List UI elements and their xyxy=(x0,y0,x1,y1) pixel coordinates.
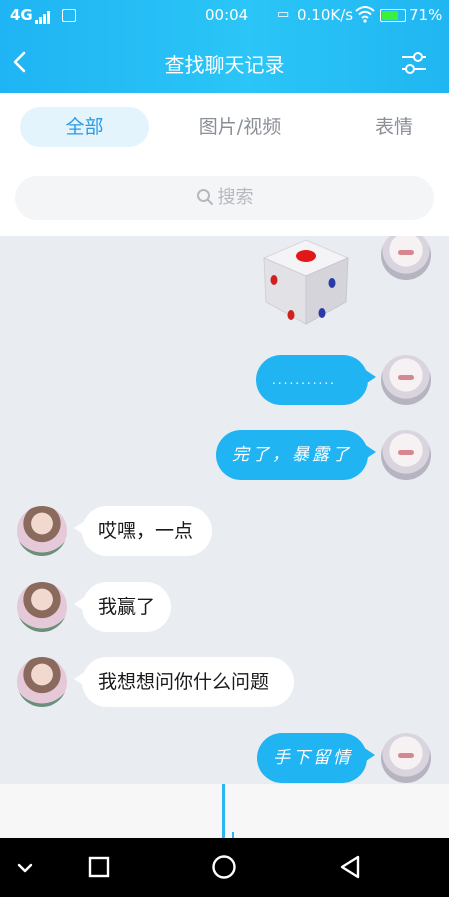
clock: 00:04 xyxy=(205,6,249,24)
my-avatar[interactable] xyxy=(381,430,431,480)
search-placeholder: 搜索 xyxy=(217,187,254,208)
nav-home-button[interactable] xyxy=(209,852,239,882)
page-title: 查找聊天记录 xyxy=(164,53,285,77)
dice-sticker[interactable] xyxy=(258,236,354,326)
header: 4G 00:04 ▭ 0.10K/s 71% 查找聊天记录 xyxy=(0,0,449,93)
contact-avatar[interactable] xyxy=(17,657,67,707)
sliders-icon xyxy=(402,52,426,74)
battery-level: 71% xyxy=(409,6,443,24)
circle-icon xyxy=(212,855,236,879)
signal-icon xyxy=(34,6,51,24)
timeline-scrubber[interactable] xyxy=(0,784,449,838)
chat-history[interactable]: ........... 完了，暴露了 哎嘿，一点 我赢了 我想想问你什么问题 手… xyxy=(0,236,449,784)
nav-hide-button[interactable] xyxy=(10,852,40,882)
battery-icon xyxy=(380,9,406,22)
network-speed: 0.10K/s xyxy=(297,6,354,24)
my-avatar[interactable] xyxy=(381,236,431,280)
system-navigation-bar xyxy=(0,838,449,897)
wifi-icon xyxy=(355,5,375,27)
my-avatar[interactable] xyxy=(381,733,431,783)
network-type: 4G xyxy=(10,6,33,24)
timeline-marker[interactable] xyxy=(222,784,225,838)
chevron-down-icon xyxy=(17,863,33,873)
contact-avatar[interactable] xyxy=(17,506,67,556)
square-icon xyxy=(88,856,110,878)
image-notification-icon xyxy=(62,9,76,22)
search-icon xyxy=(196,189,213,205)
message-bubble-outgoing[interactable]: ........... xyxy=(256,355,376,405)
filter-button[interactable] xyxy=(398,48,430,78)
message-bubble-outgoing[interactable]: 完了，暴露了 xyxy=(216,430,376,480)
vibrate-icon: ▭ xyxy=(277,7,290,22)
tab-bar: 全部 图片/视频 表情 xyxy=(0,93,449,163)
message-bubble-incoming[interactable]: 哎嘿，一点 xyxy=(74,506,212,556)
search-input[interactable]: 搜索 xyxy=(15,176,434,220)
my-avatar[interactable] xyxy=(381,355,431,405)
status-bar: 4G 00:04 ▭ 0.10K/s 71% xyxy=(0,0,449,32)
message-bubble-outgoing[interactable]: 手下留情 xyxy=(257,733,375,783)
message-bubble-incoming[interactable]: 我赢了 xyxy=(74,582,171,632)
tab-stickers[interactable]: 表情 xyxy=(358,107,430,147)
nav-recents-button[interactable] xyxy=(84,852,114,882)
tab-all[interactable]: 全部 xyxy=(20,107,149,147)
network-indicator: 4G xyxy=(10,6,51,24)
message-bubble-incoming[interactable]: 我想想问你什么问题 xyxy=(74,657,294,707)
tab-images-videos[interactable]: 图片/视频 xyxy=(180,107,300,147)
contact-avatar[interactable] xyxy=(17,582,67,632)
triangle-back-icon xyxy=(340,855,360,879)
nav-back-button[interactable] xyxy=(336,852,366,882)
